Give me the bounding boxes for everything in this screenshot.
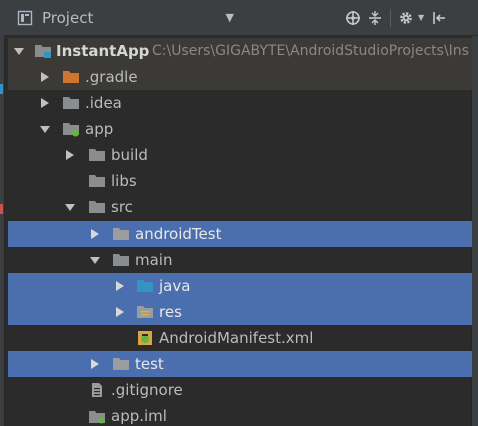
gear-icon — [395, 7, 417, 29]
tree-item-label: AndroidManifest.xml — [159, 329, 314, 347]
module-folder-icon — [62, 121, 80, 137]
tree-item-label: .gitignore — [111, 381, 183, 399]
source-folder-icon — [136, 278, 154, 294]
tree-row-app[interactable]: app — [8, 116, 472, 142]
collapsed-arrow-icon[interactable] — [39, 97, 51, 109]
collapsed-arrow-icon[interactable] — [114, 306, 126, 318]
project-tool-window: Project ▼ ▼ InstantApp C:\Users\GIGABYTE… — [0, 0, 478, 426]
toolbar-separator — [390, 8, 391, 27]
tree-item-label: build — [111, 146, 148, 164]
tree-row-res[interactable]: res — [8, 299, 472, 325]
tree-item-label: src — [111, 198, 133, 216]
collapsed-arrow-icon[interactable] — [89, 228, 101, 240]
tree-row-main[interactable]: main — [8, 247, 472, 273]
iml-file-icon — [88, 408, 106, 424]
android-manifest-icon — [136, 330, 154, 346]
tool-window-header: Project ▼ ▼ — [4, 0, 478, 36]
collapse-all-icon[interactable] — [364, 7, 386, 29]
tree-row-test[interactable]: test — [8, 351, 472, 377]
tree-row-build[interactable]: build — [8, 142, 472, 168]
gutter-marker — [0, 204, 3, 214]
gutter-marker — [0, 84, 3, 94]
tree-item-label: app.iml — [111, 407, 167, 425]
tree-item-label: app — [85, 120, 114, 138]
expanded-arrow-icon[interactable] — [39, 123, 51, 135]
right-gutter — [471, 36, 478, 426]
tree-row-java[interactable]: java — [8, 273, 472, 299]
folder-icon — [112, 226, 130, 242]
collapsed-arrow-icon[interactable] — [64, 149, 76, 161]
folder-excluded-icon — [62, 69, 80, 85]
tree-item-label: main — [135, 251, 173, 269]
collapsed-arrow-icon[interactable] — [89, 358, 101, 370]
panel-title: Project — [42, 8, 94, 27]
expanded-arrow-icon[interactable] — [89, 254, 101, 266]
tree-item-label: .idea — [85, 94, 122, 112]
expanded-arrow-icon[interactable] — [13, 45, 25, 57]
settings-button[interactable]: ▼ — [395, 7, 424, 29]
folder-icon — [88, 173, 106, 189]
tree-row-gitignore[interactable]: .gitignore — [8, 377, 472, 403]
tree-row-androidmanifest[interactable]: AndroidManifest.xml — [8, 325, 472, 351]
folder-icon — [112, 252, 130, 268]
tree-row-androidtest[interactable]: androidTest — [8, 221, 472, 247]
module-folder-icon — [34, 43, 52, 59]
folder-icon — [62, 95, 80, 111]
tree-item-label: androidTest — [135, 225, 222, 243]
folder-icon — [112, 356, 130, 372]
caret-down-icon: ▼ — [225, 11, 234, 24]
tree-item-label: res — [159, 303, 182, 321]
expanded-arrow-icon[interactable] — [64, 201, 76, 213]
view-selector[interactable]: Project ▼ — [4, 0, 242, 36]
resources-folder-icon — [136, 304, 154, 320]
project-view-icon — [16, 10, 34, 26]
tree-row-root[interactable]: InstantApp C:\Users\GIGABYTE\AndroidStud… — [8, 38, 472, 64]
tree-row-idea[interactable]: .idea — [8, 90, 472, 116]
text-file-icon — [88, 382, 106, 398]
collapsed-arrow-icon[interactable] — [114, 280, 126, 292]
tree-row-libs[interactable]: libs — [8, 168, 472, 194]
header-actions: ▼ — [342, 7, 450, 29]
folder-icon — [88, 199, 106, 215]
tree-item-label: .gradle — [85, 68, 138, 86]
project-tree: InstantApp C:\Users\GIGABYTE\AndroidStud… — [4, 36, 472, 426]
project-path: C:\Users\GIGABYTE\AndroidStudioProjects\… — [152, 43, 469, 59]
locate-icon[interactable] — [342, 7, 364, 29]
tree-row-src[interactable]: src — [8, 194, 472, 220]
tree-row-gradle[interactable]: .gradle — [8, 64, 472, 90]
tree-item-label: java — [159, 277, 191, 295]
caret-down-icon: ▼ — [418, 13, 425, 22]
tree-row-app-iml[interactable]: app.iml — [8, 403, 472, 426]
hide-panel-icon[interactable] — [428, 7, 450, 29]
tree-item-label: test — [135, 355, 164, 373]
collapsed-arrow-icon[interactable] — [39, 71, 51, 83]
folder-icon — [88, 147, 106, 163]
tree-item-label: libs — [111, 172, 137, 190]
tree-item-label: InstantApp — [56, 42, 150, 60]
